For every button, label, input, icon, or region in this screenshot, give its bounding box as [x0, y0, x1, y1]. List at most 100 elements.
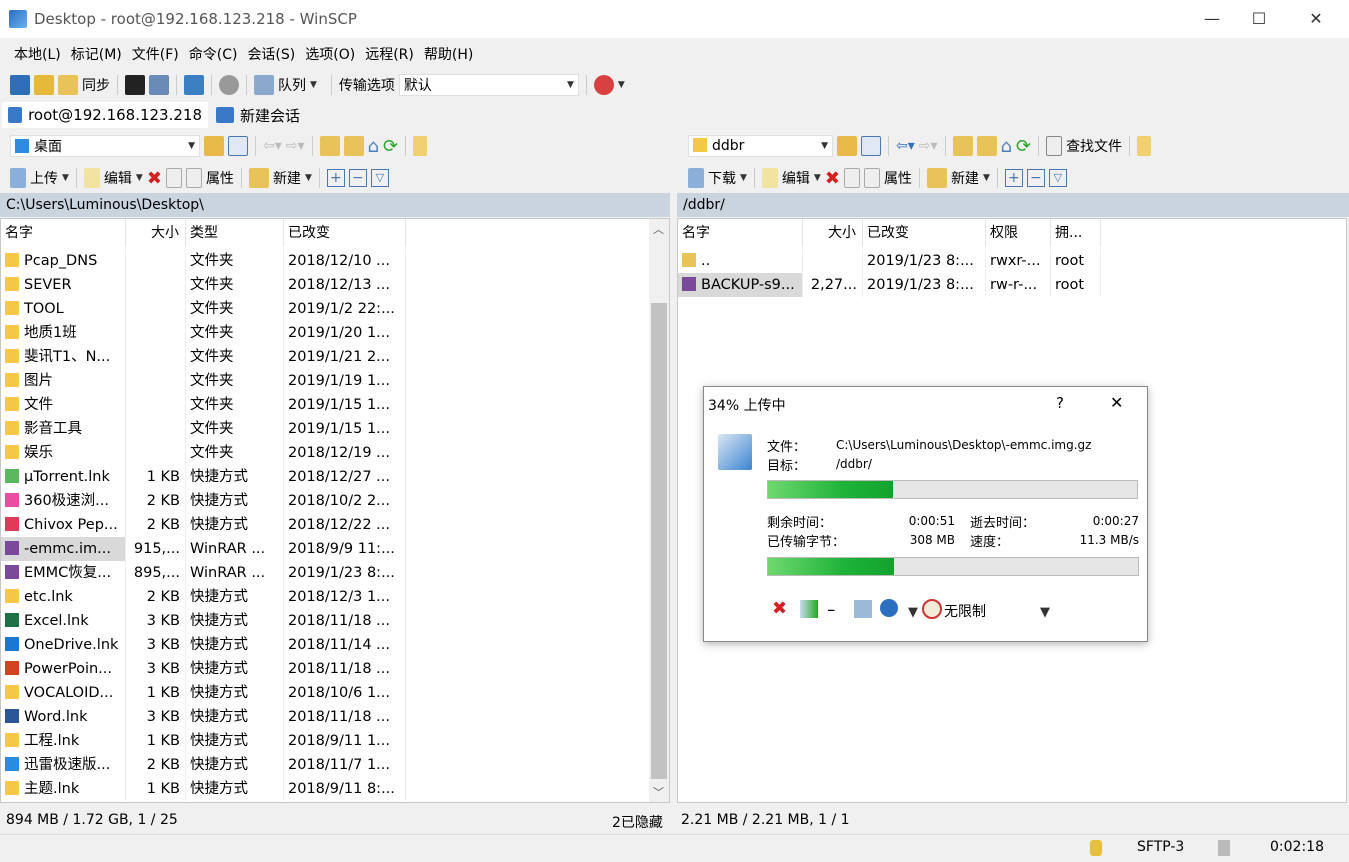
file-row[interactable]: 迅雷极速版... 2 KB 快捷方式 2018/11/7 1... [1, 753, 669, 777]
sync-global-icon[interactable] [593, 75, 614, 95]
skip-icon[interactable] [800, 600, 818, 618]
file-row[interactable]: Word.lnk 3 KB 快捷方式 2018/11/18 ... [1, 705, 669, 729]
help-button[interactable]: ? [1056, 394, 1064, 412]
synchronize-icon[interactable] [34, 75, 54, 95]
file-row[interactable]: PowerPoin... 3 KB 快捷方式 2018/11/18 ... [1, 657, 669, 681]
tree-icon[interactable] [1137, 136, 1152, 156]
file-row[interactable]: EMMC恢复... 895,... WinRAR ... 2019/1/23 8:..… [1, 561, 669, 585]
file-row[interactable]: VOCALOID... 1 KB 快捷方式 2018/10/6 1... [1, 681, 669, 705]
file-row[interactable]: 360极速浏... 2 KB 快捷方式 2018/10/2 2... [1, 489, 669, 513]
cancel-icon[interactable]: ✖ [772, 598, 787, 619]
menu-local[interactable]: 本地(L) [9, 40, 66, 68]
file-row[interactable]: BACKUP-s9... 2,27... 2019/1/23 8:... rw-r-.… [678, 273, 1346, 297]
on-completion-icon[interactable] [880, 599, 898, 617]
tree-icon[interactable] [413, 136, 428, 156]
file-row[interactable]: 主题.lnk 1 KB 快捷方式 2018/9/11 8:... [1, 777, 669, 801]
queue-icon[interactable] [254, 75, 274, 95]
terminal-icon[interactable] [125, 75, 145, 95]
file-row[interactable]: 地质1班 文件夹 2019/1/20 1... [1, 321, 669, 345]
parent-dir-icon[interactable] [319, 136, 340, 156]
maximize-button[interactable]: ☐ [1236, 0, 1282, 38]
file-row[interactable]: OneDrive.lnk 3 KB 快捷方式 2018/11/14 ... [1, 633, 669, 657]
new-button[interactable]: 新建 [951, 168, 979, 188]
home-icon[interactable]: ⌂ [368, 136, 379, 157]
tab-new-session[interactable]: 新建会话 [210, 102, 306, 128]
file-row[interactable]: Pcap_DNS 文件夹 2018/12/10 ... [1, 249, 669, 273]
on-completion-dropdown[interactable]: ▼ [908, 605, 918, 620]
filter-icon[interactable] [861, 136, 881, 156]
file-row[interactable]: Chivox Pep... 2 KB 快捷方式 2018/12/22 ... [1, 513, 669, 537]
speed-limit[interactable]: 无限制 [944, 601, 986, 621]
filter-select-icon[interactable]: ▽ [1048, 169, 1067, 187]
right-location-select[interactable]: ddbr ▼ [688, 135, 833, 157]
col-name[interactable]: 名字 [1, 219, 126, 247]
filter-select-icon[interactable]: ▽ [370, 169, 389, 187]
file-row[interactable]: TOOL 文件夹 2019/1/2 22:... [1, 297, 669, 321]
minimize-button[interactable]: — [1189, 0, 1235, 38]
find-files-button[interactable]: 查找文件 [1066, 136, 1122, 156]
transfer-settings-select[interactable]: 默认 ▼ [398, 74, 579, 96]
delete-icon[interactable]: ✖ [147, 168, 162, 189]
col-modified[interactable]: 已改变 [284, 219, 406, 247]
tab-session[interactable]: root@192.168.123.218 [2, 102, 208, 128]
col-modified[interactable]: 已改变 [863, 219, 986, 247]
file-row[interactable]: 影音工具 文件夹 2019/1/15 1... [1, 417, 669, 441]
speed-limit-dropdown[interactable]: ▼ [1040, 605, 1050, 620]
file-row[interactable]: -emmc.im... 915,... WinRAR ... 2018/9/9 11:… [1, 537, 669, 561]
file-row[interactable]: etc.lnk 2 KB 快捷方式 2018/12/3 1... [1, 585, 669, 609]
menu-file[interactable]: 文件(F) [127, 40, 184, 68]
col-type[interactable]: 类型 [186, 219, 284, 247]
new-button[interactable]: 新建 [273, 168, 301, 188]
menu-session[interactable]: 会话(S) [242, 40, 300, 68]
compare-icon[interactable] [10, 75, 30, 95]
download-button[interactable]: 下载 [708, 168, 736, 188]
file-row[interactable]: 斐讯T1、N... 文件夹 2019/1/21 2... [1, 345, 669, 369]
dialog-close-button[interactable]: ✕ [1110, 393, 1123, 412]
file-row[interactable]: 工程.lnk 1 KB 快捷方式 2018/9/11 1... [1, 729, 669, 753]
upload-button[interactable]: 上传 [30, 168, 58, 188]
close-button[interactable]: ✕ [1293, 0, 1339, 38]
forward-icon[interactable]: ⇨▾ [286, 138, 305, 154]
file-row[interactable]: 图片 文件夹 2019/1/19 1... [1, 369, 669, 393]
refresh-icon[interactable]: ⟳ [1016, 136, 1031, 157]
putty-icon[interactable] [149, 75, 169, 95]
file-row[interactable]: Excel.lnk 3 KB 快捷方式 2018/11/18 ... [1, 609, 669, 633]
menu-options[interactable]: 选项(O) [300, 40, 360, 68]
gear-icon[interactable] [219, 75, 239, 95]
edit-button[interactable]: 编辑 [782, 168, 810, 188]
file-row[interactable]: .. 2019/1/23 8:... rwxr-... root [678, 249, 1346, 273]
file-row[interactable]: SEVER 文件夹 2018/12/13 ... [1, 273, 669, 297]
select-plus-icon[interactable]: + [326, 169, 345, 187]
root-dir-icon[interactable] [976, 136, 997, 156]
menu-mark[interactable]: 标记(M) [66, 40, 127, 68]
menu-command[interactable]: 命令(C) [184, 40, 243, 68]
minimize-icon[interactable]: _ [828, 597, 835, 612]
open-folder-icon[interactable] [204, 136, 224, 156]
refresh-icon[interactable]: ⟳ [383, 136, 398, 157]
delete-icon[interactable]: ✖ [825, 168, 840, 189]
file-row[interactable]: 娱乐 文件夹 2018/12/19 ... [1, 441, 669, 465]
select-plus-icon[interactable]: + [1004, 169, 1023, 187]
parent-dir-icon[interactable] [952, 136, 973, 156]
edit-button[interactable]: 编辑 [104, 168, 132, 188]
left-location-select[interactable]: 桌面 ▼ [10, 135, 200, 157]
col-permissions[interactable]: 权限 [986, 219, 1051, 247]
open-folder-icon[interactable] [837, 136, 857, 156]
col-name[interactable]: 名字 [678, 219, 803, 247]
file-row[interactable]: 文件 文件夹 2019/1/15 1... [1, 393, 669, 417]
back-icon[interactable]: ⇦▾ [263, 138, 282, 154]
home-icon[interactable]: ⌂ [1001, 136, 1012, 157]
rename-icon[interactable] [165, 168, 182, 188]
sync-browse-icon[interactable] [58, 75, 78, 95]
back-icon[interactable]: ⇦▾ [896, 138, 915, 154]
rename-icon[interactable] [843, 168, 860, 188]
left-file-list[interactable]: 名字 大小 类型 已改变 ︿ ﹀ Pcap_DNS 文件夹 2018/12/10 .… [0, 218, 670, 803]
forward-icon[interactable]: ⇨▾ [919, 138, 938, 154]
root-dir-icon[interactable] [343, 136, 364, 156]
select-minus-icon[interactable]: − [348, 169, 367, 187]
file-row[interactable]: µTorrent.lnk 1 KB 快捷方式 2018/12/27 ... [1, 465, 669, 489]
col-size[interactable]: 大小 [126, 219, 186, 247]
sync-button[interactable]: 同步 [82, 75, 110, 95]
menu-remote[interactable]: 远程(R) [360, 40, 419, 68]
properties-button[interactable]: 属性 [206, 168, 234, 188]
